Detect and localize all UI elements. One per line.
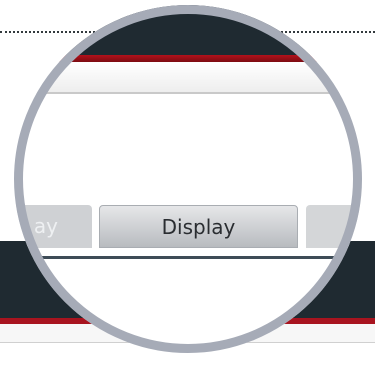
tab-partial-left-label: ay (33, 214, 58, 238)
screen: ay Display (0, 0, 375, 372)
tab-display[interactable]: Display (99, 205, 298, 248)
tab-partial-left[interactable]: ay (14, 205, 92, 248)
tab-partial-right[interactable] (306, 205, 362, 248)
magnifier-lens: ay Display (14, 5, 362, 353)
tab-underline (14, 256, 362, 259)
header-accent-stripe (14, 55, 362, 62)
nav-bar (14, 62, 362, 94)
tab-display-label: Display (161, 215, 236, 239)
header-bar (14, 5, 362, 55)
content-area (14, 94, 362, 204)
